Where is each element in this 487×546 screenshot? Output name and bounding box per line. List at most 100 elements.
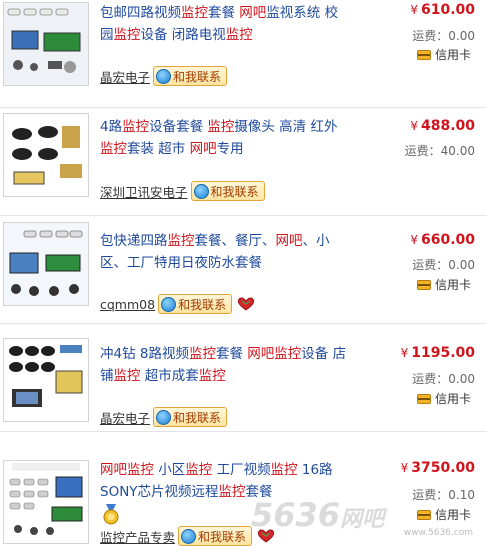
price: ¥1195.00 — [401, 345, 475, 361]
title-text: 设备 闭路电视 — [140, 27, 226, 43]
chat-icon — [156, 409, 172, 425]
price: ¥488.00 — [410, 118, 475, 134]
credit-card-badge: 信用卡 — [416, 390, 471, 407]
title-text: 套餐、餐厅、 — [194, 233, 276, 249]
price: ¥660.00 — [410, 232, 475, 248]
title-keyword-highlight: 监控 — [207, 119, 235, 135]
seller-row: 监控产品专卖 和我联系 — [100, 526, 277, 546]
listing: 包快递四路监控套餐、餐厅、网吧、小区、工厂特用日夜防水套餐 cqmm08 和我联… — [0, 216, 487, 324]
currency-symbol: ¥ — [410, 119, 418, 133]
title-keyword-highlight: 监控 — [225, 27, 253, 43]
title-keyword-highlight: 网吧 — [100, 462, 127, 478]
title-text: 套餐 — [215, 346, 248, 362]
contact-seller-button[interactable]: 和我联系 — [158, 294, 233, 314]
heart-badge-icon — [237, 297, 255, 311]
credit-card-badge: 信用卡 — [416, 276, 471, 293]
credit-card-icon — [416, 49, 431, 60]
credit-card-label: 信用卡 — [434, 278, 471, 292]
title-text: 专用 — [216, 141, 244, 157]
seller-name[interactable]: 晶宏电子 — [100, 408, 150, 427]
price: ¥610.00 — [410, 2, 475, 18]
title-keyword-highlight: 监控 — [198, 368, 226, 384]
listing-title[interactable]: 网吧监控 小区监控 工厂视频监控 16路SONY芯片视频远程监控套餐 — [100, 459, 350, 503]
credit-card-badge: 信用卡 — [416, 506, 471, 523]
seller-row: 深圳卫讯安电子 和我联系 — [100, 181, 265, 201]
title-keyword-highlight: 监控 — [113, 27, 141, 43]
title-text: 包邮四路视频 — [100, 5, 181, 21]
credit-card-label: 信用卡 — [434, 48, 471, 62]
product-thumbnail[interactable] — [3, 222, 89, 306]
price-value: 660.00 — [420, 232, 475, 248]
credit-card-icon — [416, 393, 431, 404]
chat-icon — [161, 296, 177, 312]
currency-symbol: ¥ — [400, 346, 409, 360]
seller-row — [100, 502, 122, 526]
seller-row: 晶宏电子 和我联系 — [100, 407, 228, 427]
title-text: 套餐 — [245, 484, 273, 500]
price: ¥3750.00 — [401, 460, 475, 476]
title-text: 摄像头 高清 红外 — [234, 119, 338, 135]
title-keyword-highlight: 监控 — [113, 368, 141, 384]
title-text: 4路 — [100, 119, 123, 135]
title-keyword-highlight: 网吧 — [239, 5, 267, 21]
chat-icon — [193, 183, 209, 199]
listing: 冲4钻 8路视频监控套餐 网吧监控设备 店铺监控 超市成套监控 晶宏电子 和我联… — [0, 324, 487, 432]
seller-name[interactable]: 深圳卫讯安电子 — [100, 182, 188, 201]
title-text: 套装 超市 — [127, 141, 190, 157]
contact-seller-button[interactable]: 和我联系 — [153, 407, 228, 427]
shipping-fee: 运费：0.00 — [412, 372, 475, 386]
product-thumbnail[interactable] — [3, 460, 89, 544]
title-text: 工厂视频 — [212, 462, 271, 478]
title-text: 小区 — [154, 462, 186, 478]
title-text: 包快递四路 — [100, 233, 168, 249]
chat-icon — [156, 68, 172, 84]
seller-name[interactable]: 晶宏电子 — [100, 67, 150, 86]
seller-row: 晶宏电子 和我联系 — [100, 66, 228, 86]
product-thumbnail[interactable] — [3, 338, 89, 422]
contact-label: 和我联系 — [178, 297, 227, 312]
price-value: 3750.00 — [411, 460, 475, 476]
contact-seller-button[interactable]: 和我联系 — [153, 66, 228, 86]
listing-title[interactable]: 冲4钻 8路视频监控套餐 网吧监控设备 店铺监控 超市成套监控 — [100, 343, 350, 387]
currency-symbol: ¥ — [400, 461, 409, 475]
currency-symbol: ¥ — [410, 3, 418, 17]
title-keyword-highlight: 网吧 — [247, 346, 275, 362]
chat-icon — [181, 528, 197, 544]
contact-label: 和我联系 — [173, 410, 222, 425]
medal-icon — [103, 504, 119, 525]
price-value: 1195.00 — [411, 345, 475, 361]
title-keyword-highlight: 网吧 — [189, 141, 217, 157]
listing-title[interactable]: 包邮四路视频监控套餐 网吧监视系统 校园监控设备 闭路电视监控 — [100, 2, 350, 46]
credit-card-icon — [416, 279, 431, 290]
contact-label: 和我联系 — [210, 184, 259, 199]
title-keyword-highlight: 监控 — [122, 119, 150, 135]
listing: 网吧监控 小区监控 工厂视频监控 16路SONY芯片视频远程监控套餐 监控产品专… — [0, 432, 487, 546]
listing-title[interactable]: 包快递四路监控套餐、餐厅、网吧、小区、工厂特用日夜防水套餐 — [100, 230, 350, 274]
listing: 4路监控设备套餐 监控摄像头 高清 红外 监控套装 超市 网吧专用 深圳卫讯安电… — [0, 108, 487, 216]
title-text: 冲4钻 8路视频 — [100, 346, 189, 362]
shipping-fee: 运费：0.00 — [412, 29, 475, 43]
contact-seller-button[interactable]: 和我联系 — [178, 526, 253, 546]
price-value: 610.00 — [420, 2, 475, 18]
credit-card-label: 信用卡 — [434, 508, 471, 522]
seller-name[interactable]: 监控产品专卖 — [100, 527, 175, 546]
title-keyword-highlight: 监控 — [167, 233, 195, 249]
seller-name[interactable]: cqmm08 — [100, 297, 155, 312]
title-text: 套餐 — [208, 5, 240, 21]
price-value: 488.00 — [420, 118, 475, 134]
product-thumbnail[interactable] — [3, 2, 89, 86]
product-thumbnail[interactable] — [3, 113, 89, 197]
listing-title[interactable]: 4路监控设备套餐 监控摄像头 高清 红外 监控套装 超市 网吧专用 — [100, 116, 350, 160]
contact-label: 和我联系 — [173, 69, 222, 84]
contact-seller-button[interactable]: 和我联系 — [190, 181, 265, 201]
title-keyword-highlight: 监控 — [188, 346, 216, 362]
seller-row: cqmm08 和我联系 — [100, 294, 257, 314]
title-keyword-highlight: 网吧 — [275, 233, 303, 249]
title-keyword-highlight: 监控 — [185, 462, 213, 478]
listing: 包邮四路视频监控套餐 网吧监视系统 校园监控设备 闭路电视监控 晶宏电子 和我联… — [0, 0, 487, 108]
title-text: 超市成套 — [140, 368, 199, 384]
shipping-fee: 运费：40.00 — [404, 144, 475, 158]
title-keyword-highlight: 监控 — [100, 141, 127, 157]
shipping-fee: 运费：0.10 — [412, 488, 475, 502]
title-keyword-highlight: 监控 — [218, 484, 246, 500]
